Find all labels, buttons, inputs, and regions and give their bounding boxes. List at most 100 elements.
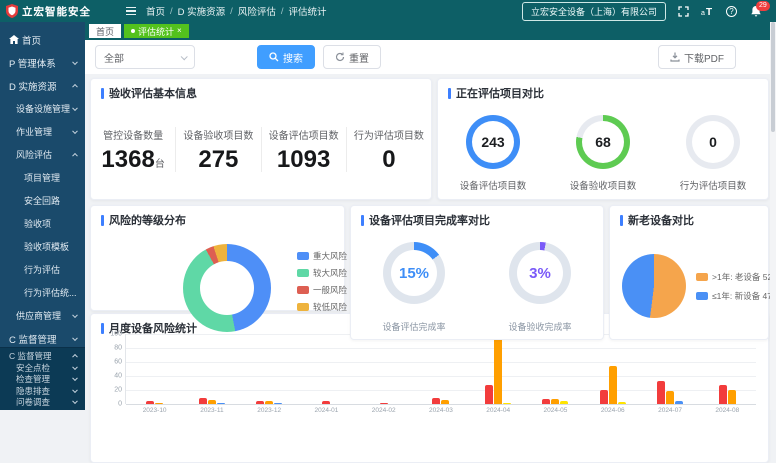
notifications-bell-icon[interactable]: 29 <box>749 5 762 18</box>
legend-item[interactable]: 较大风险 <box>297 267 347 279</box>
ongoing-rings: 243设备评估项目数68设备验收项目数0行为评估项目数 <box>438 115 768 192</box>
breadcrumb-item[interactable]: 首页 <box>146 4 165 18</box>
bar-red[interactable] <box>485 385 493 404</box>
ring-item: 243设备评估项目数 <box>438 115 548 192</box>
chevron-down-icon <box>72 312 78 318</box>
font-size-icon[interactable]: aT <box>701 5 714 18</box>
bar-red[interactable] <box>322 401 330 405</box>
bar-yellow[interactable] <box>503 403 511 404</box>
collapse-menu-icon[interactable] <box>126 7 136 16</box>
sidebar-item[interactable]: 验收项模板 <box>0 235 85 258</box>
breadcrumb-item[interactable]: 评估统计 <box>288 4 326 18</box>
bar-orange[interactable] <box>155 403 163 404</box>
stat-value: 1093 <box>262 148 346 172</box>
svg-text:a: a <box>701 10 705 17</box>
sidebar-item[interactable]: D 实施资源 <box>0 74 85 97</box>
breadcrumb-separator: / <box>170 6 173 17</box>
gridline <box>126 404 756 405</box>
y-tick-label: 100 <box>110 331 122 338</box>
bar-orange[interactable] <box>728 390 736 404</box>
search-button[interactable]: 搜索 <box>257 45 315 69</box>
sidebar-item[interactable]: 项目管理 <box>0 166 85 189</box>
sidebar-item[interactable]: 风险评估 <box>0 143 85 166</box>
bar-orange[interactable] <box>609 366 617 404</box>
sidebar-item[interactable]: 验收项 <box>0 212 85 235</box>
bar-red[interactable] <box>657 381 665 404</box>
sidebar-item-label: 供应商管理 <box>16 309 61 322</box>
company-button[interactable]: 立宏安全设备（上海）有限公司 <box>522 2 666 21</box>
stat-label: 行为评估项目数 <box>347 127 431 142</box>
sidebar-item[interactable]: 安全点检 <box>0 362 85 374</box>
bar-red[interactable] <box>146 401 154 405</box>
progress-ring: 0 <box>686 115 740 169</box>
scrollbar-thumb[interactable] <box>771 22 775 132</box>
bar-group: 2024-04 <box>470 334 527 404</box>
home-icon <box>9 35 19 44</box>
bar-yellow[interactable] <box>560 401 568 405</box>
help-icon[interactable]: ? <box>725 5 738 18</box>
fullscreen-icon[interactable] <box>677 5 690 18</box>
x-tick-label: 2024-08 <box>715 407 739 414</box>
breadcrumb-item[interactable]: D 实施资源 <box>178 4 226 18</box>
bar-red[interactable] <box>719 385 727 404</box>
bar-blue[interactable] <box>217 403 225 404</box>
breadcrumb-separator: / <box>230 6 233 17</box>
bar-blue[interactable] <box>675 401 683 405</box>
bar-red[interactable] <box>199 398 207 404</box>
bar-group: 2023-10 <box>126 334 183 404</box>
x-tick-label: 2024-03 <box>429 407 453 414</box>
overlay-menu-list: C 监督管理安全点检检查管理隐患排查问卷调查 <box>0 351 85 409</box>
ring-value: 243 <box>472 121 514 163</box>
bar-red[interactable] <box>432 398 440 404</box>
sidebar-item[interactable]: C 监督管理 <box>0 351 85 363</box>
page-scrollbar[interactable] <box>770 22 776 410</box>
chevron-down-icon <box>72 59 78 65</box>
bar-orange[interactable] <box>208 400 216 404</box>
sidebar-item[interactable]: 行为评估统... <box>0 281 85 304</box>
filter-select[interactable]: 全部 <box>95 45 195 69</box>
sidebar-item[interactable]: 问卷调查 <box>0 397 85 409</box>
sidebar-item[interactable]: P 管理体系 <box>0 51 85 74</box>
sidebar-item-label: P 管理体系 <box>9 56 56 70</box>
tab-strip: 首页 评估统计 × <box>85 22 776 40</box>
legend-item[interactable]: ≤1年: 新设备 47% <box>696 290 776 302</box>
legend-item[interactable]: >1年: 老设备 52% <box>696 271 776 283</box>
y-tick-label: 80 <box>114 345 122 352</box>
stat-value: 1368台 <box>91 148 175 172</box>
bar-red[interactable] <box>380 403 388 404</box>
breadcrumb-item[interactable]: 风险评估 <box>238 4 276 18</box>
reset-button[interactable]: 重置 <box>323 45 381 69</box>
bar-orange[interactable] <box>265 401 273 404</box>
legend-item[interactable]: 较低风险 <box>297 301 347 313</box>
bar-orange[interactable] <box>551 399 559 404</box>
sidebar-item[interactable]: 供应商管理 <box>0 304 85 327</box>
stat-label: 设备评估项目数 <box>262 127 346 142</box>
chevron-up-icon <box>72 354 78 360</box>
title-bar-icon <box>361 215 364 226</box>
sidebar-item[interactable]: 安全回路 <box>0 189 85 212</box>
bar-red[interactable] <box>256 401 264 405</box>
ring-value: 15% <box>391 250 437 296</box>
legend-item[interactable]: 一般风险 <box>297 284 347 296</box>
bar-red[interactable] <box>600 390 608 404</box>
download-pdf-button[interactable]: 下载PDF <box>658 45 736 69</box>
bar-orange[interactable] <box>441 400 449 404</box>
bar-orange[interactable] <box>494 338 502 405</box>
title-bar-icon <box>101 323 104 334</box>
ring-item: 68设备验收项目数 <box>548 115 658 192</box>
bar-yellow[interactable] <box>618 402 626 404</box>
sidebar-item[interactable]: 首页 <box>0 28 85 51</box>
tab-home[interactable]: 首页 <box>89 24 121 38</box>
sidebar-item[interactable]: 隐患排查 <box>0 385 85 397</box>
legend-item[interactable]: 重大风险 <box>297 250 347 262</box>
sidebar-item[interactable]: 行为评估 <box>0 258 85 281</box>
close-tab-icon[interactable]: × <box>177 27 182 35</box>
sidebar-item[interactable]: 设备设施管理 <box>0 97 85 120</box>
sidebar-item[interactable]: 作业管理 <box>0 120 85 143</box>
sidebar-item[interactable]: 检查管理 <box>0 374 85 386</box>
bar-orange[interactable] <box>666 391 674 404</box>
tab-assessment-statistics[interactable]: 评估统计 × <box>124 24 189 38</box>
bar-blue[interactable] <box>274 403 282 404</box>
top-bar: 立宏智能安全 首页/D 实施资源/风险评估/评估统计 立宏安全设备（上海）有限公… <box>0 0 776 22</box>
bar-red[interactable] <box>542 399 550 404</box>
